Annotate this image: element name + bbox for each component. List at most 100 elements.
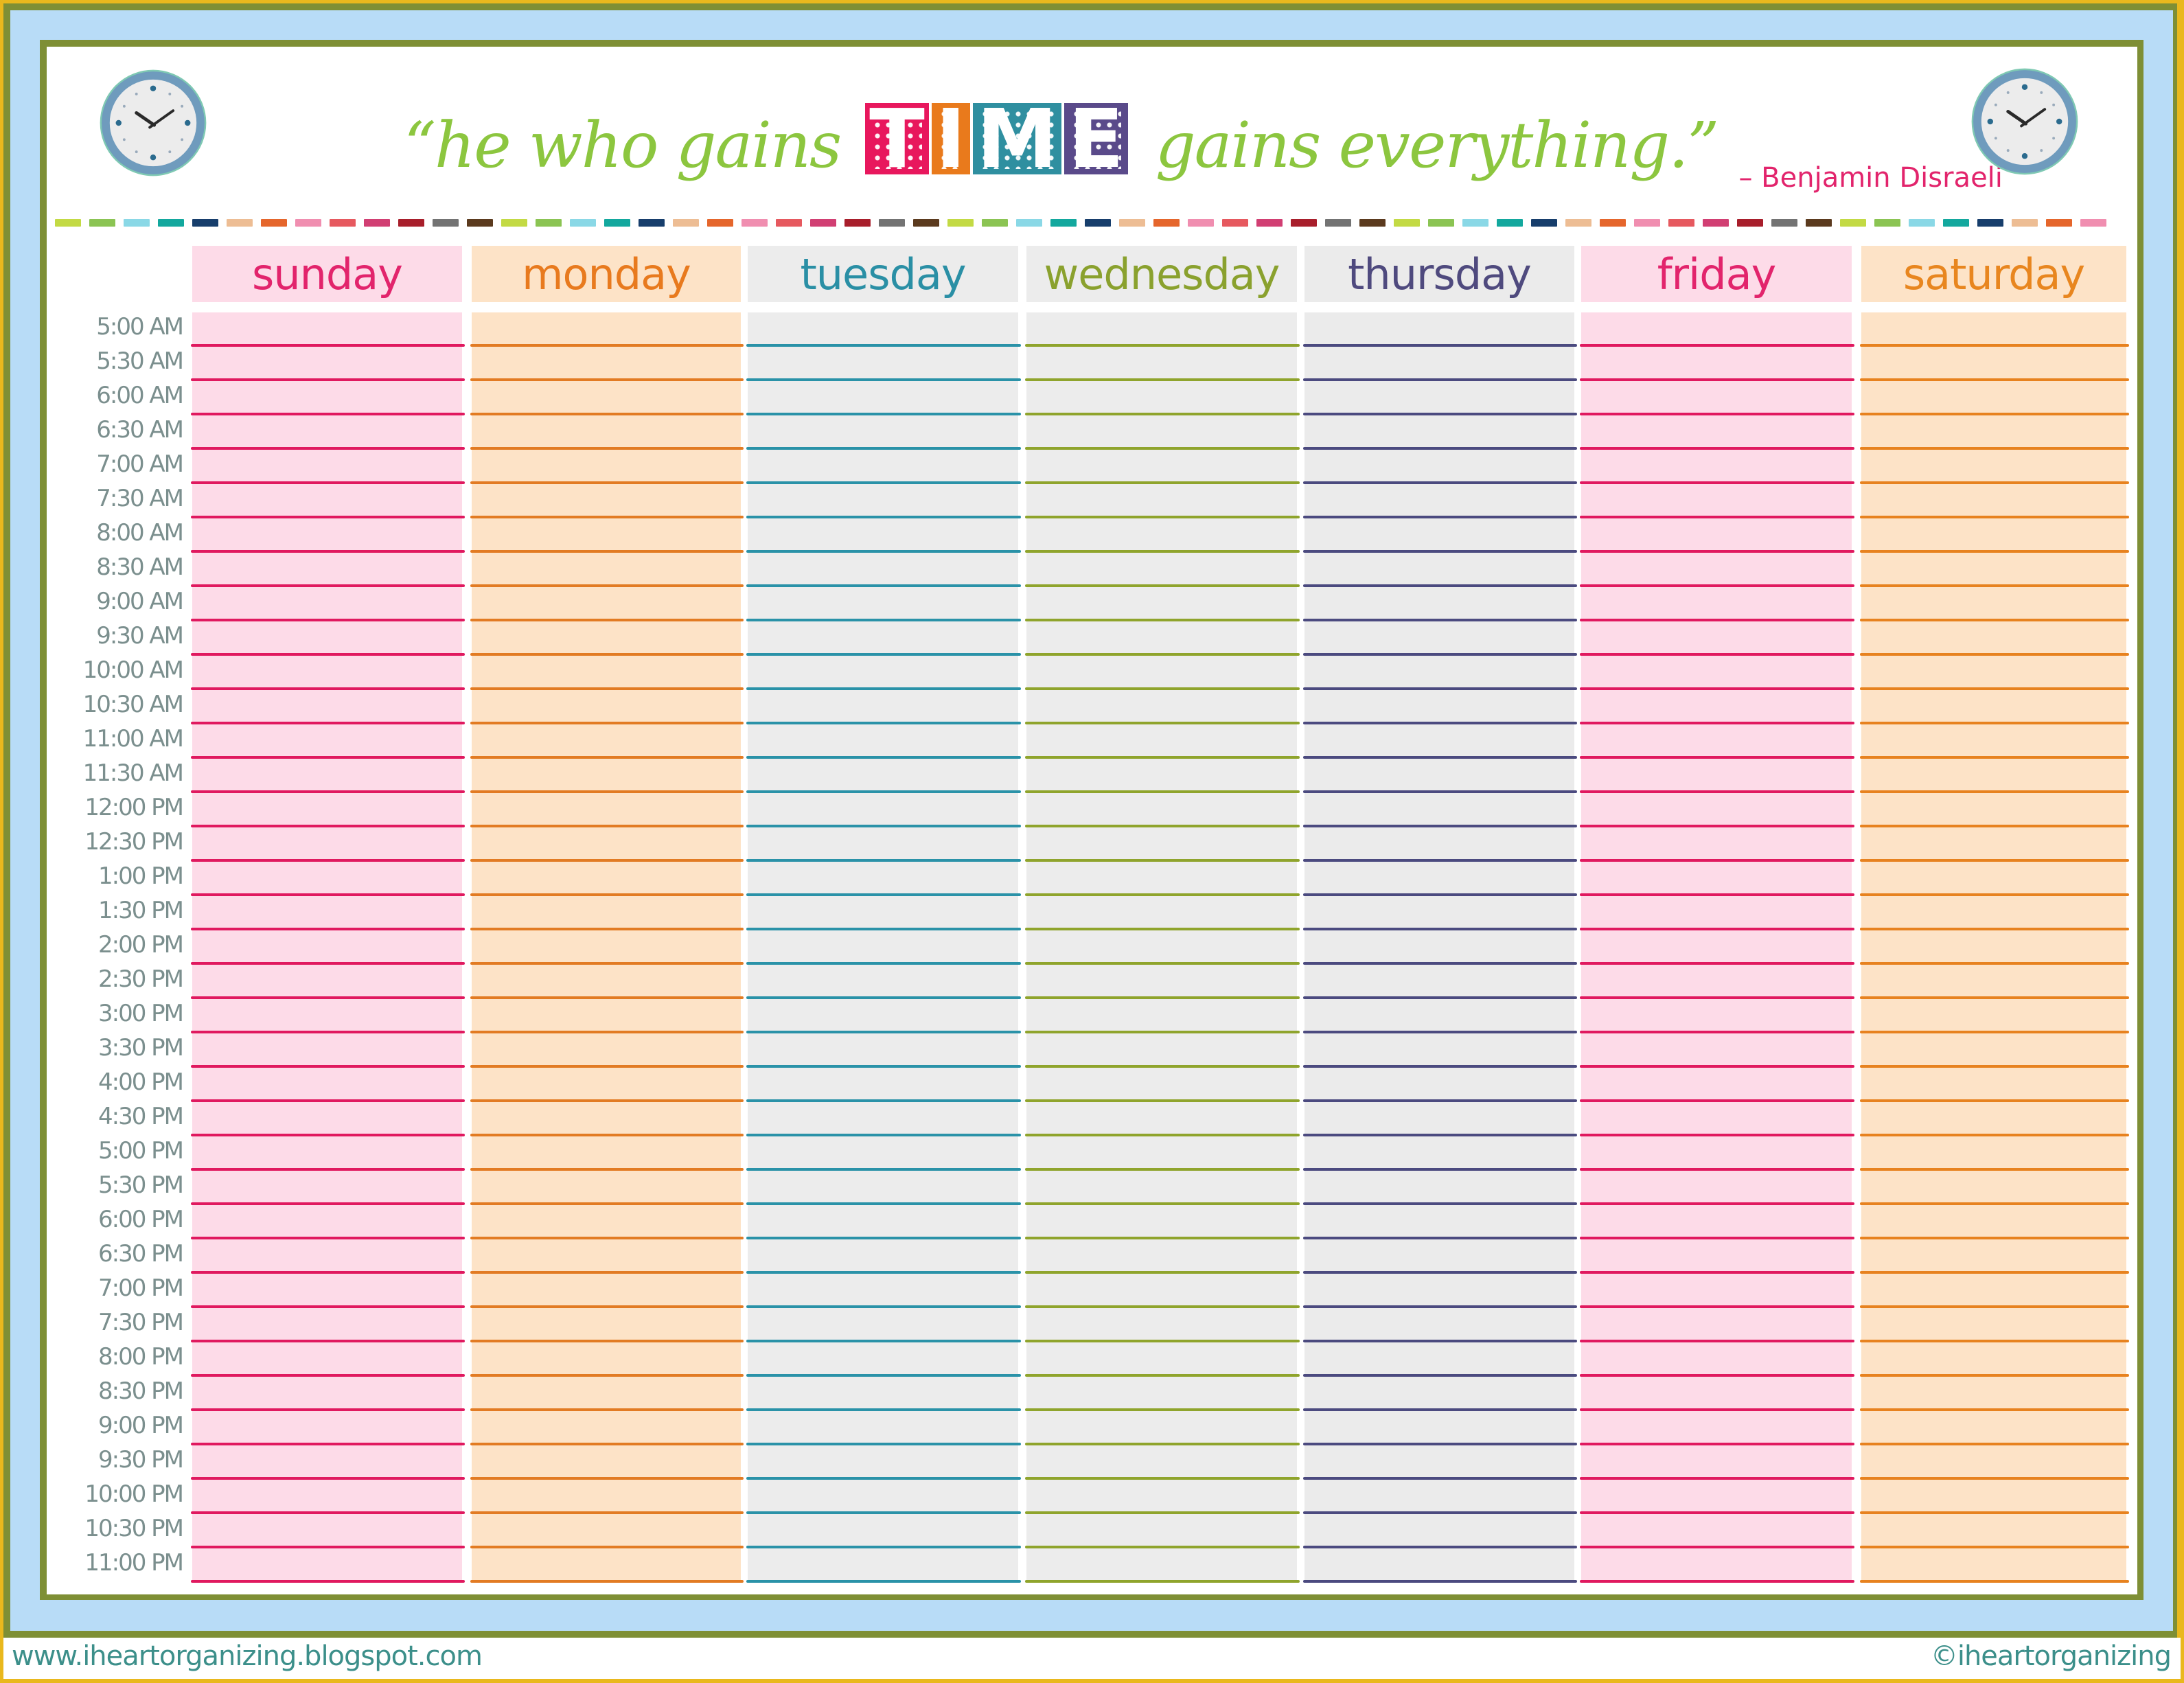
- time-slot-cell[interactable]: [191, 1342, 465, 1377]
- time-slot-cell[interactable]: [1860, 793, 2129, 827]
- time-slot-cell[interactable]: [1303, 1377, 1577, 1411]
- time-slot-cell[interactable]: [470, 1205, 744, 1239]
- time-slot-cell[interactable]: [191, 827, 465, 862]
- time-slot-cell[interactable]: [191, 1205, 465, 1239]
- time-slot-cell[interactable]: [1860, 518, 2129, 553]
- time-slot-cell[interactable]: [191, 1171, 465, 1205]
- time-slot-cell[interactable]: [191, 1068, 465, 1102]
- time-slot-cell[interactable]: [1303, 793, 1577, 827]
- time-slot-cell[interactable]: [470, 1480, 744, 1514]
- time-slot-cell[interactable]: [1580, 587, 1854, 621]
- time-slot-cell[interactable]: [1025, 759, 1300, 793]
- time-slot-cell[interactable]: [1025, 1514, 1300, 1548]
- time-slot-cell[interactable]: [191, 896, 465, 930]
- time-slot-cell[interactable]: [191, 621, 465, 656]
- time-slot-cell[interactable]: [191, 1239, 465, 1274]
- time-slot-cell[interactable]: [1025, 896, 1300, 930]
- time-slot-cell[interactable]: [1860, 1171, 2129, 1205]
- time-slot-cell[interactable]: [1025, 930, 1300, 965]
- time-slot-cell[interactable]: [1580, 1136, 1854, 1171]
- time-slot-cell[interactable]: [470, 1171, 744, 1205]
- time-slot-cell[interactable]: [1580, 1033, 1854, 1068]
- time-slot-cell[interactable]: [746, 1377, 1021, 1411]
- time-slot-cell[interactable]: [1303, 1239, 1577, 1274]
- time-slot-cell[interactable]: [1303, 518, 1577, 553]
- time-slot-cell[interactable]: [1860, 381, 2129, 415]
- time-slot-cell[interactable]: [1303, 724, 1577, 759]
- time-slot-cell[interactable]: [1303, 827, 1577, 862]
- time-slot-cell[interactable]: [1303, 1068, 1577, 1102]
- time-slot-cell[interactable]: [746, 759, 1021, 793]
- time-slot-cell[interactable]: [1303, 347, 1577, 381]
- time-slot-cell[interactable]: [191, 347, 465, 381]
- time-slot-cell[interactable]: [1580, 518, 1854, 553]
- time-slot-cell[interactable]: [470, 1411, 744, 1445]
- time-slot-cell[interactable]: [1580, 1239, 1854, 1274]
- time-slot-cell[interactable]: [1025, 1033, 1300, 1068]
- time-slot-cell[interactable]: [470, 1342, 744, 1377]
- time-slot-cell[interactable]: [1303, 553, 1577, 587]
- time-slot-cell[interactable]: [191, 724, 465, 759]
- time-slot-cell[interactable]: [1303, 1342, 1577, 1377]
- time-slot-cell[interactable]: [1580, 1411, 1854, 1445]
- time-slot-cell[interactable]: [746, 347, 1021, 381]
- time-slot-cell[interactable]: [1303, 1548, 1577, 1583]
- time-slot-cell[interactable]: [1860, 1136, 2129, 1171]
- time-slot-cell[interactable]: [1580, 347, 1854, 381]
- time-slot-cell[interactable]: [1580, 1102, 1854, 1136]
- time-slot-cell[interactable]: [1025, 450, 1300, 484]
- time-slot-cell[interactable]: [191, 930, 465, 965]
- time-slot-cell[interactable]: [1303, 1136, 1577, 1171]
- time-slot-cell[interactable]: [1860, 862, 2129, 896]
- time-slot-cell[interactable]: [191, 1445, 465, 1480]
- time-slot-cell[interactable]: [1580, 1548, 1854, 1583]
- time-slot-cell[interactable]: [470, 312, 744, 347]
- time-slot-cell[interactable]: [191, 690, 465, 724]
- time-slot-cell[interactable]: [1580, 965, 1854, 999]
- time-slot-cell[interactable]: [1025, 484, 1300, 518]
- time-slot-cell[interactable]: [1580, 759, 1854, 793]
- time-slot-cell[interactable]: [1303, 1274, 1577, 1308]
- time-slot-cell[interactable]: [1860, 1514, 2129, 1548]
- time-slot-cell[interactable]: [191, 1308, 465, 1342]
- time-slot-cell[interactable]: [1580, 896, 1854, 930]
- time-slot-cell[interactable]: [1580, 621, 1854, 656]
- time-slot-cell[interactable]: [1860, 759, 2129, 793]
- time-slot-cell[interactable]: [1860, 415, 2129, 450]
- time-slot-cell[interactable]: [1580, 793, 1854, 827]
- time-slot-cell[interactable]: [1580, 999, 1854, 1033]
- time-slot-cell[interactable]: [746, 1342, 1021, 1377]
- time-slot-cell[interactable]: [191, 1480, 465, 1514]
- time-slot-cell[interactable]: [1303, 312, 1577, 347]
- time-slot-cell[interactable]: [470, 1102, 744, 1136]
- time-slot-cell[interactable]: [191, 1136, 465, 1171]
- time-slot-cell[interactable]: [470, 1377, 744, 1411]
- time-slot-cell[interactable]: [470, 1033, 744, 1068]
- time-slot-cell[interactable]: [1025, 1548, 1300, 1583]
- time-slot-cell[interactable]: [1303, 690, 1577, 724]
- time-slot-cell[interactable]: [746, 1274, 1021, 1308]
- time-slot-cell[interactable]: [470, 1308, 744, 1342]
- time-slot-cell[interactable]: [470, 862, 744, 896]
- time-slot-cell[interactable]: [746, 896, 1021, 930]
- time-slot-cell[interactable]: [746, 690, 1021, 724]
- time-slot-cell[interactable]: [1580, 415, 1854, 450]
- time-slot-cell[interactable]: [1860, 621, 2129, 656]
- time-slot-cell[interactable]: [1860, 1239, 2129, 1274]
- time-slot-cell[interactable]: [1860, 1308, 2129, 1342]
- time-slot-cell[interactable]: [1025, 1239, 1300, 1274]
- time-slot-cell[interactable]: [1580, 1171, 1854, 1205]
- time-slot-cell[interactable]: [1860, 724, 2129, 759]
- time-slot-cell[interactable]: [1025, 656, 1300, 690]
- time-slot-cell[interactable]: [1860, 1377, 2129, 1411]
- time-slot-cell[interactable]: [470, 690, 744, 724]
- time-slot-cell[interactable]: [1303, 1480, 1577, 1514]
- time-slot-cell[interactable]: [746, 1171, 1021, 1205]
- time-slot-cell[interactable]: [470, 965, 744, 999]
- time-slot-cell[interactable]: [1580, 690, 1854, 724]
- time-slot-cell[interactable]: [1025, 312, 1300, 347]
- time-slot-cell[interactable]: [191, 553, 465, 587]
- time-slot-cell[interactable]: [1025, 621, 1300, 656]
- time-slot-cell[interactable]: [470, 484, 744, 518]
- time-slot-cell[interactable]: [470, 827, 744, 862]
